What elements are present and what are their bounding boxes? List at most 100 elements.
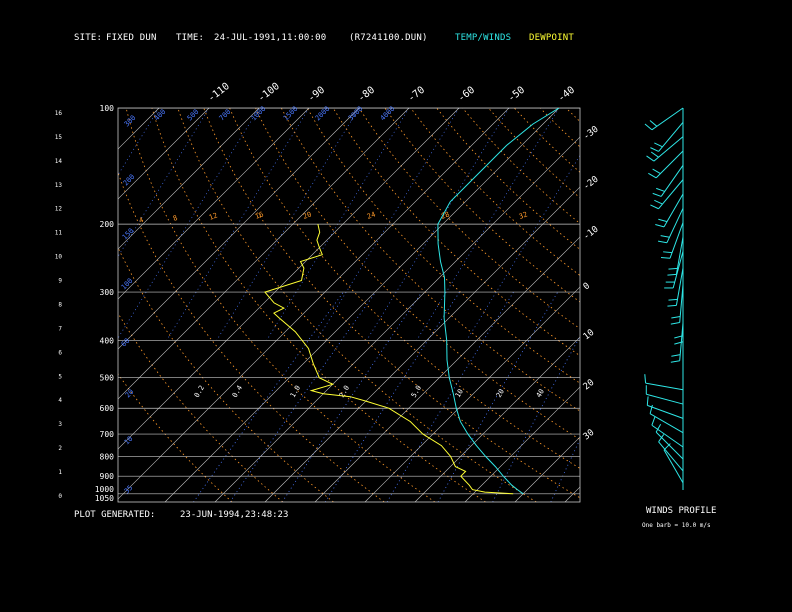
height-km-label: 0 — [58, 493, 62, 500]
height-km-label: 7 — [58, 325, 62, 332]
dry-adiabat-label: 8 — [172, 214, 179, 223]
pressure-tick-label: 800 — [100, 452, 115, 461]
barb-note: One barb = 10.0 m/s — [642, 522, 711, 529]
pressure-tick-label: 300 — [100, 288, 115, 297]
isotherm-right-label: -20 — [582, 174, 601, 192]
isotherm-line — [118, 108, 510, 500]
wind-barb — [647, 404, 684, 419]
pressure-tick-label: 500 — [100, 374, 115, 383]
dry-adiabat-line — [118, 246, 334, 502]
mixing-ratio-label: 150 — [121, 227, 136, 242]
wind-barb-flag — [650, 204, 659, 210]
dry-adiabat-line — [177, 108, 537, 502]
wind-barb-flag — [668, 298, 678, 301]
wind-barb-flag — [667, 304, 677, 307]
mixing-ratio-line — [0, 108, 59, 340]
height-km-label: 16 — [55, 110, 63, 117]
height-km-label: 11 — [55, 230, 63, 237]
isotherm-right-label: 0 — [582, 281, 592, 292]
isotherm-line — [118, 108, 160, 150]
pressure-tick-label: 700 — [100, 430, 115, 439]
isotherm-top-label: -40 — [556, 85, 577, 105]
dewpoint-line — [264, 223, 514, 495]
plot-frame — [117, 107, 581, 503]
sounding-series — [264, 108, 560, 495]
mixing-ratio-label: 100 — [120, 277, 135, 292]
lower-mixing-ratio-label: 5.0 — [410, 384, 423, 399]
wind-barb-flag — [670, 322, 680, 325]
isotherm-top-label: -80 — [356, 85, 377, 105]
mixing-ratio-line — [386, 291, 514, 502]
isotherms — [0, 108, 792, 502]
mixing-ratio-line — [0, 108, 109, 340]
isotherm-right-label: 30 — [582, 428, 597, 443]
isotherm-line — [214, 136, 580, 502]
wind-barb-flag — [670, 360, 680, 363]
dry-adiabat-line — [151, 108, 486, 502]
lower-mixing-ratio-label: 40 — [535, 388, 546, 399]
wind-barb-flag — [668, 267, 678, 270]
wind-barb-flag — [649, 120, 658, 127]
isotherm-top-label: -60 — [456, 85, 477, 105]
wind-barb — [645, 382, 684, 391]
dry-adiabat-line — [118, 171, 385, 502]
isotherm-line — [414, 336, 580, 502]
isotherm-line — [564, 486, 580, 502]
height-km-label: 5 — [58, 373, 62, 380]
wind-barb — [646, 393, 684, 405]
mixing-ratio-label: 700 — [218, 108, 233, 123]
dry-adiabat-line — [539, 108, 580, 148]
wind-barb-flag — [671, 315, 681, 319]
wind-barb-flag — [657, 240, 668, 244]
isotherm-top-label: -90 — [306, 85, 327, 105]
pressure-tick-label: 1000 — [95, 485, 114, 494]
height-km-label: 9 — [58, 278, 62, 285]
wind-barb-flag — [646, 396, 649, 406]
wind-barb-flag — [656, 187, 665, 192]
wind-barb-flag — [663, 251, 673, 254]
isotherm-line — [0, 108, 59, 502]
mixing-ratio-label: 10 — [123, 435, 135, 447]
isotherm-line — [514, 436, 580, 502]
dry-adiabat-line — [410, 108, 580, 276]
mixing-ratio-label: 400 — [153, 108, 168, 123]
mixing-ratio-line — [550, 438, 580, 502]
isotherm-line — [164, 108, 560, 502]
mixing-ratio-label: 60 — [120, 337, 132, 349]
isotherm-line — [264, 186, 580, 502]
height-km-label: 13 — [55, 182, 63, 189]
plot-generated-value: 23-JUN-1994,23:48:23 — [180, 510, 289, 520]
isotherm-line — [615, 108, 792, 502]
isotherm-top-label: -110 — [206, 81, 232, 105]
dry-adiabat-line — [203, 108, 580, 499]
mixing-ratio-label: 200 — [122, 173, 137, 188]
isotherm-top-label: -50 — [506, 85, 527, 105]
pressure-tick-label: 1050 — [95, 494, 114, 503]
dry-adiabat-label: 12 — [208, 211, 219, 221]
isotherm-right-label: 10 — [582, 328, 597, 343]
dry-adiabat-line — [565, 108, 580, 123]
dry-adiabat-label: 32 — [518, 210, 529, 220]
wind-barb-flag — [652, 192, 662, 197]
isotherm-line — [0, 108, 109, 502]
dry-adiabat-line — [125, 108, 436, 502]
isotherm-line — [464, 386, 580, 502]
wind-barb-flag — [646, 155, 655, 162]
isotherm-line — [364, 286, 580, 502]
lower-mixing-ratio-label: 20 — [495, 388, 506, 399]
isotherm-right-label: -30 — [582, 124, 601, 142]
height-km-label: 6 — [58, 349, 62, 356]
pressure-tick-label: 400 — [100, 336, 115, 345]
winds-profile-title: WINDS PROFILE — [646, 506, 717, 516]
wind-barb — [663, 449, 684, 484]
skew-t-chart: 1002003004005006007008009001000105001234… — [0, 81, 792, 503]
height-km-label: 14 — [55, 158, 63, 165]
isobars — [118, 108, 580, 495]
height-km-label: 12 — [55, 206, 63, 213]
wind-barb-flag — [658, 218, 668, 223]
pressure-tick-label: 600 — [100, 404, 115, 413]
mixing-ratio-label: 500 — [186, 108, 201, 123]
wind-barb-flag — [648, 172, 657, 179]
wind-barb-flag — [644, 374, 647, 384]
mixing-ratio-line — [492, 335, 580, 502]
